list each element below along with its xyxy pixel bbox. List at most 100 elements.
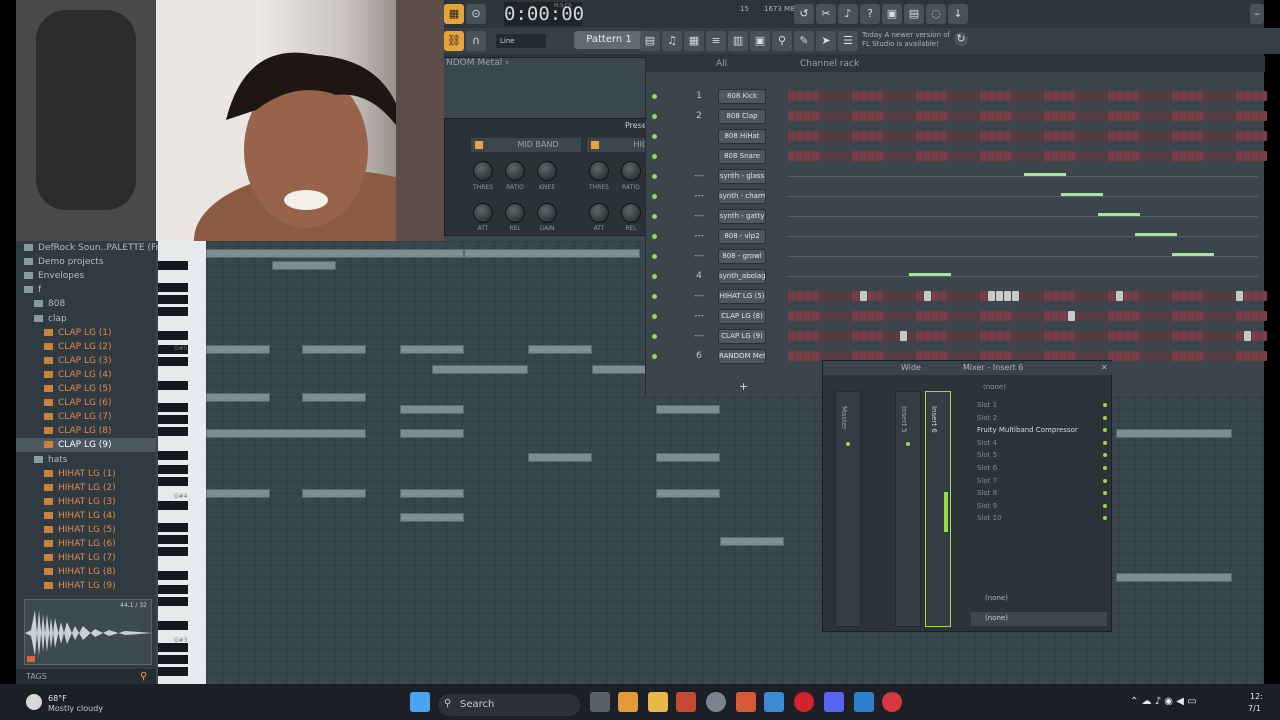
step-button[interactable]: [908, 311, 915, 321]
step-button[interactable]: [988, 291, 995, 301]
download-icon[interactable]: ↓: [948, 4, 968, 24]
piano-black-key[interactable]: [158, 535, 188, 544]
browser-item[interactable]: CLAP LG (1): [16, 326, 156, 340]
step-button[interactable]: [1132, 351, 1139, 361]
step-button[interactable]: [1020, 291, 1027, 301]
step-button[interactable]: [860, 331, 867, 341]
step-button[interactable]: [1148, 331, 1155, 341]
step-button[interactable]: [1124, 331, 1131, 341]
piano-roll-note[interactable]: [206, 489, 270, 498]
step-button[interactable]: [1180, 291, 1187, 301]
step-button[interactable]: [1132, 91, 1139, 101]
piano-roll-note[interactable]: [528, 345, 592, 354]
channel-mute-led[interactable]: [652, 314, 657, 319]
step-button[interactable]: [1156, 151, 1163, 161]
step-button[interactable]: [1148, 351, 1155, 361]
step-button[interactable]: [796, 331, 803, 341]
step-button[interactable]: [980, 291, 987, 301]
step-button[interactable]: [1028, 311, 1035, 321]
step-button[interactable]: [972, 151, 979, 161]
piano-black-key[interactable]: [158, 667, 188, 676]
step-button[interactable]: [924, 331, 931, 341]
step-button[interactable]: [1188, 91, 1195, 101]
step-button[interactable]: [1116, 291, 1123, 301]
channel-button[interactable]: 808 Kick: [718, 89, 766, 104]
step-button[interactable]: [1076, 91, 1083, 101]
step-button[interactable]: [972, 91, 979, 101]
step-button[interactable]: [1148, 311, 1155, 321]
step-button[interactable]: [908, 331, 915, 341]
slot-enable-led[interactable]: [1103, 503, 1107, 508]
channel-mixer-track[interactable]: ---: [692, 329, 706, 344]
step-button[interactable]: [1220, 131, 1227, 141]
step-button[interactable]: [1220, 151, 1227, 161]
step-button[interactable]: [1252, 111, 1259, 121]
step-button[interactable]: [964, 311, 971, 321]
step-button[interactable]: [924, 151, 931, 161]
step-button[interactable]: [1172, 331, 1179, 341]
step-button[interactable]: [844, 151, 851, 161]
step-button[interactable]: [1028, 91, 1035, 101]
settings-icon[interactable]: [706, 692, 726, 712]
step-button[interactable]: [1252, 131, 1259, 141]
mixer-effect-slot[interactable]: Slot 7: [971, 475, 1099, 487]
update-icon[interactable]: ↻: [954, 32, 968, 46]
step-button[interactable]: [876, 291, 883, 301]
step-button[interactable]: [1244, 91, 1251, 101]
step-button[interactable]: [836, 311, 843, 321]
step-button[interactable]: [1132, 291, 1139, 301]
help-icon[interactable]: ?: [860, 4, 880, 24]
step-button[interactable]: [1140, 311, 1147, 321]
step-button[interactable]: [1036, 291, 1043, 301]
step-button[interactable]: [828, 291, 835, 301]
channel-button[interactable]: 808 - growl: [718, 249, 766, 264]
browser-item[interactable]: f: [16, 283, 156, 297]
step-button[interactable]: [1044, 291, 1051, 301]
step-button[interactable]: [1228, 291, 1235, 301]
step-button[interactable]: [1244, 351, 1251, 361]
step-button[interactable]: [884, 311, 891, 321]
step-button[interactable]: [1132, 111, 1139, 121]
step-button[interactable]: [804, 351, 811, 361]
piano-roll-note[interactable]: [1116, 573, 1232, 582]
piano-roll-note[interactable]: [400, 489, 464, 498]
step-button[interactable]: [956, 291, 963, 301]
channel-button[interactable]: CLAP LG (9): [718, 329, 766, 344]
step-button[interactable]: [1156, 311, 1163, 321]
piano-black-key[interactable]: [158, 655, 188, 664]
step-button[interactable]: [796, 311, 803, 321]
step-button[interactable]: [1060, 131, 1067, 141]
step-button[interactable]: [844, 331, 851, 341]
step-button[interactable]: [1116, 151, 1123, 161]
step-button[interactable]: [892, 291, 899, 301]
step-button[interactable]: [1140, 351, 1147, 361]
step-button[interactable]: [1140, 131, 1147, 141]
taskbar-search-input[interactable]: Search: [438, 694, 580, 716]
step-button[interactable]: [788, 291, 795, 301]
step-button[interactable]: [1252, 311, 1259, 321]
step-button[interactable]: [1228, 91, 1235, 101]
step-button[interactable]: [900, 291, 907, 301]
step-button[interactable]: [1172, 91, 1179, 101]
step-button[interactable]: [876, 131, 883, 141]
step-button[interactable]: [876, 91, 883, 101]
step-button[interactable]: [996, 311, 1003, 321]
step-button[interactable]: [1172, 151, 1179, 161]
mixer-close-icon[interactable]: ✕: [1101, 361, 1108, 375]
step-button[interactable]: [836, 331, 843, 341]
step-button[interactable]: [1140, 111, 1147, 121]
step-button[interactable]: [1028, 331, 1035, 341]
step-button[interactable]: [1196, 331, 1203, 341]
step-button[interactable]: [852, 151, 859, 161]
mixer-effect-slot[interactable]: Slot 4: [971, 437, 1099, 449]
step-button[interactable]: [1220, 91, 1227, 101]
step-button[interactable]: [868, 291, 875, 301]
channel-mixer-track[interactable]: ---: [692, 189, 706, 204]
step-button[interactable]: [932, 331, 939, 341]
step-button[interactable]: [868, 131, 875, 141]
step-button[interactable]: [820, 291, 827, 301]
step-button[interactable]: [884, 331, 891, 341]
step-button[interactable]: [980, 91, 987, 101]
step-button[interactable]: [980, 151, 987, 161]
step-button[interactable]: [788, 91, 795, 101]
